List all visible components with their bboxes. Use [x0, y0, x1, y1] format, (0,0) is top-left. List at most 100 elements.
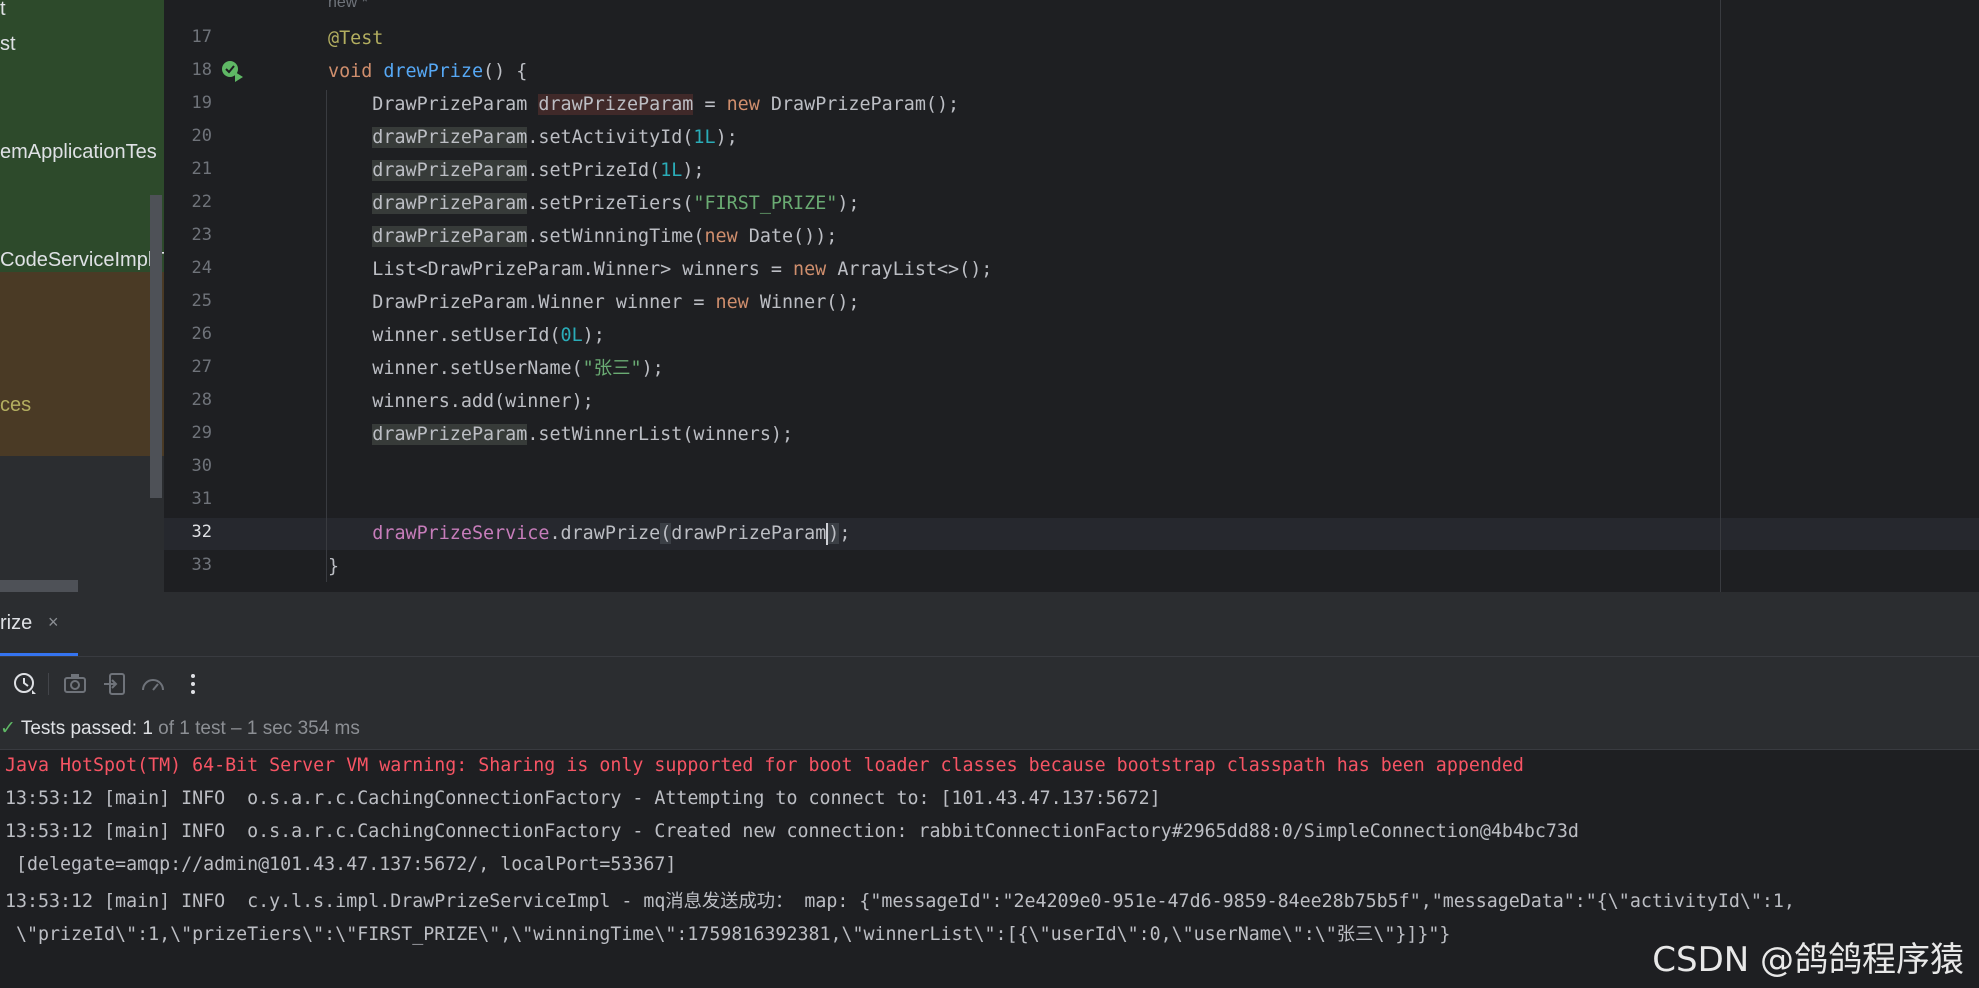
project-sidebar: t st emApplicationTes CodeServiceImplT c…: [0, 0, 164, 592]
code-token: 0L: [560, 325, 583, 346]
code-line[interactable]: drawPrizeParam.setWinningTime(new Date()…: [328, 220, 837, 253]
console-line: 13:53:12 [main] INFO c.y.l.s.impl.DrawPr…: [5, 891, 1795, 912]
code-line[interactable]: void drewPrize() {: [328, 55, 527, 88]
line-number: 31: [191, 489, 212, 509]
test-status: ✓ Tests passed: 1 of 1 test – 1 sec 354 …: [0, 717, 360, 740]
code-token: new: [715, 292, 760, 313]
sidebar-item[interactable]: CodeServiceImplT: [0, 249, 164, 272]
code-token: drawPrizeParam: [372, 226, 528, 247]
line-number: 27: [191, 357, 212, 377]
code-line[interactable]: @Test: [328, 22, 383, 55]
sidebar-highlight-brown: [0, 272, 164, 456]
code-token: winner.setUserId(: [328, 325, 561, 346]
code-token: .setWinnerList(winners);: [527, 424, 794, 445]
check-icon: ✓: [0, 718, 16, 739]
code-token: drawPrizeParam: [372, 424, 528, 445]
camera-icon[interactable]: [62, 671, 88, 697]
code-line[interactable]: List<DrawPrizeParam.Winner> winners = ne…: [328, 253, 992, 286]
more-options-icon[interactable]: [180, 671, 206, 697]
run-test-passed-icon[interactable]: [221, 60, 245, 82]
code-token: winners.add(winner);: [328, 391, 594, 412]
sidebar-scrollbar[interactable]: [150, 195, 162, 498]
code-line[interactable]: winners.add(winner);: [328, 385, 594, 418]
line-number: 29: [191, 423, 212, 443]
code-token: ArrayList<>();: [837, 259, 993, 280]
code-line[interactable]: drawPrizeParam.setActivityId(1L);: [328, 121, 738, 154]
code-token: =: [693, 94, 727, 115]
code-token: 1L: [660, 160, 683, 181]
code-token: );: [641, 358, 664, 379]
code-token: drawPrizeParam: [372, 127, 528, 148]
sidebar-item[interactable]: emApplicationTes: [0, 141, 157, 164]
code-token: );: [837, 193, 860, 214]
console-line: \"prizeId\":1,\"prizeTiers\":\"FIRST_PRI…: [5, 924, 1451, 945]
sidebar-item[interactable]: t: [0, 0, 6, 21]
console-line: Java HotSpot(TM) 64-Bit Server VM warnin…: [5, 755, 1524, 776]
line-number: 22: [191, 192, 212, 212]
code-token: void: [328, 61, 384, 82]
close-icon[interactable]: ×: [48, 612, 59, 633]
code-token: new: [793, 259, 838, 280]
sidebar-horizontal-scrollbar[interactable]: [0, 580, 78, 592]
line-number: 18: [191, 60, 212, 80]
line-number: 24: [191, 258, 212, 278]
inlay-hint: new *: [328, 0, 369, 11]
test-status-bar: ✓ Tests passed: 1 of 1 test – 1 sec 354 …: [0, 709, 1979, 750]
code-token: drawPrizeService: [372, 523, 550, 544]
line-number: 30: [191, 456, 212, 476]
line-number: 20: [191, 126, 212, 146]
console-line: [delegate=amqp://admin@101.43.47.137:567…: [5, 854, 677, 875]
code-token: "FIRST_PRIZE": [693, 193, 838, 214]
code-token: );: [682, 160, 705, 181]
sidebar-item[interactable]: ces: [0, 394, 31, 417]
code-line[interactable]: drawPrizeParam.setPrizeTiers("FIRST_PRIZ…: [328, 187, 860, 220]
code-token: DrawPrizeParam.Winner winner =: [328, 292, 716, 313]
status-label: Tests passed:: [20, 718, 138, 739]
code-token: DrawPrizeParam();: [770, 94, 960, 115]
code-token: "张三": [582, 358, 642, 379]
code-token: ): [828, 523, 840, 544]
code-token: () {: [483, 61, 528, 82]
code-line[interactable]: DrawPrizeParam.Winner winner = new Winne…: [328, 286, 859, 319]
run-tool-window: rize × ✓ Tests passed: 1 of 1 test – 1 s…: [0, 592, 1979, 988]
run-tab[interactable]: rize ×: [0, 592, 78, 656]
code-token: 1L: [693, 127, 716, 148]
code-token: Winner();: [759, 292, 860, 313]
code-token: drawPrizeParam: [372, 193, 528, 214]
line-number: 33: [191, 555, 212, 575]
code-token: ;: [839, 523, 851, 544]
code-line[interactable]: winner.setUserName("张三");: [328, 352, 664, 385]
code-token: }: [328, 556, 340, 577]
code-line[interactable]: winner.setUserId(0L);: [328, 319, 605, 352]
indent-guide: [326, 90, 327, 582]
line-number-current: 32: [191, 522, 212, 542]
sidebar-highlight-green: [0, 0, 164, 272]
status-count: 1: [142, 718, 153, 739]
code-token: drawPrizeParam: [538, 94, 694, 115]
code-token: );: [582, 325, 605, 346]
code-token: .setPrizeId(: [527, 160, 661, 181]
code-line[interactable]: drawPrizeService.drawPrize(drawPrizePara…: [328, 517, 850, 550]
console-line: 13:53:12 [main] INFO o.s.a.r.c.CachingCo…: [5, 788, 1161, 809]
import-icon[interactable]: [102, 671, 128, 697]
history-clock-icon[interactable]: [12, 671, 38, 697]
run-toolbar: [0, 657, 1979, 709]
status-detail: of 1 test – 1 sec 354 ms: [158, 718, 360, 739]
console-line: 13:53:12 [main] INFO o.s.a.r.c.CachingCo…: [5, 821, 1579, 842]
run-tab-label: rize: [0, 612, 33, 634]
code-line[interactable]: drawPrizeParam.setWinnerList(winners);: [328, 418, 793, 451]
code-line[interactable]: DrawPrizeParam drawPrizeParam = new Draw…: [328, 88, 959, 121]
code-token: List<DrawPrizeParam.Winner> winners =: [328, 259, 794, 280]
line-number: 21: [191, 159, 212, 179]
coverage-gauge-icon[interactable]: [140, 671, 166, 697]
code-line[interactable]: drawPrizeParam.setPrizeId(1L);: [328, 154, 705, 187]
sidebar-item[interactable]: st: [0, 33, 16, 56]
code-line[interactable]: }: [328, 550, 339, 583]
run-tab-bar: rize ×: [0, 592, 1979, 657]
code-editor[interactable]: new * 17 18 19 20 21 22 23 24 25 26 27 2…: [164, 0, 1979, 592]
